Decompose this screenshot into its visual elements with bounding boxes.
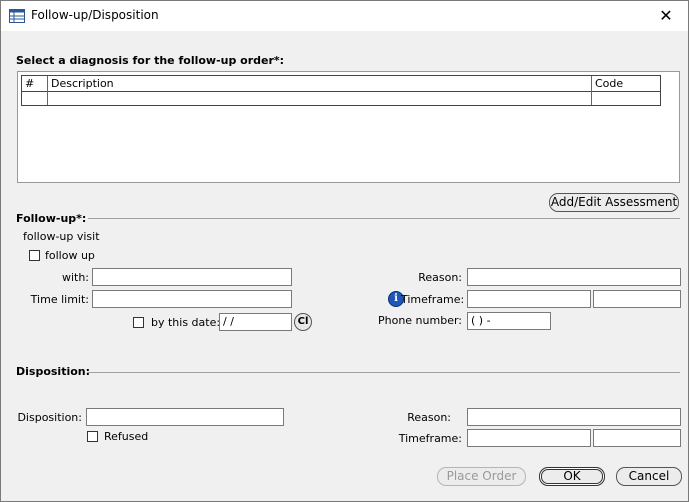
with-label: with: <box>61 271 89 284</box>
followup-timeframe-amount-input[interactable] <box>467 290 591 308</box>
disposition-timeframe-amount-input[interactable] <box>467 429 591 447</box>
with-input[interactable] <box>92 268 292 286</box>
window-title: Follow-up/Disposition <box>31 8 159 22</box>
disposition-section-label: Disposition: <box>16 365 91 378</box>
disposition-field-label: Disposition: <box>17 411 82 424</box>
add-edit-assessment-button[interactable]: Add/Edit Assessment <box>549 193 679 212</box>
diagnosis-grid[interactable]: # Description Code <box>17 71 680 183</box>
dialog-window: Follow-up/Disposition ✕ Select a diagnos… <box>0 0 689 502</box>
followup-visit-label: follow-up visit <box>23 230 100 243</box>
phone-number-input[interactable]: ( ) - <box>467 312 551 330</box>
disposition-timeframe-unit-input[interactable] <box>593 429 681 447</box>
close-icon: ✕ <box>659 6 673 25</box>
refused-label[interactable]: Refused <box>104 430 148 443</box>
column-header-number[interactable]: # <box>25 77 34 90</box>
column-header-code[interactable]: Code <box>595 77 623 90</box>
phone-number-label: Phone number: <box>377 314 462 327</box>
time-limit-label: Time limit: <box>30 293 89 306</box>
followup-section-label: Follow-up*: <box>16 212 87 225</box>
followup-timeframe-unit-input[interactable] <box>593 290 681 308</box>
by-this-date-checkbox[interactable] <box>133 317 144 328</box>
diagnosis-table: # Description Code <box>21 75 661 106</box>
disposition-reason-input[interactable] <box>467 408 681 426</box>
followup-divider <box>88 218 680 219</box>
by-this-date-label[interactable]: by this date: <box>151 316 220 329</box>
disposition-divider <box>87 372 680 373</box>
cancel-button[interactable]: Cancel <box>616 467 682 486</box>
place-order-button[interactable]: Place Order <box>437 467 526 486</box>
column-header-description[interactable]: Description <box>51 77 114 90</box>
follow-up-checkbox[interactable] <box>29 250 40 261</box>
date-input[interactable]: / / <box>219 313 292 331</box>
followup-reason-label: Reason: <box>418 271 462 284</box>
calendar-icon: Cl <box>297 316 309 327</box>
disposition-reason-label: Reason: <box>407 411 451 424</box>
table-window-icon <box>9 9 25 23</box>
refused-checkbox[interactable] <box>87 431 98 442</box>
disposition-input[interactable] <box>86 408 284 426</box>
followup-reason-input[interactable] <box>467 268 681 286</box>
followup-timeframe-label: Timeframe: <box>401 293 465 306</box>
calendar-button[interactable]: Cl <box>294 313 312 331</box>
diagnosis-label: Select a diagnosis for the follow-up ord… <box>16 54 285 67</box>
disposition-timeframe-label: Timeframe: <box>398 432 462 445</box>
follow-up-checkbox-label[interactable]: follow up <box>45 249 95 262</box>
close-button[interactable]: ✕ <box>644 1 688 31</box>
info-glyph: i <box>394 293 398 304</box>
time-limit-input[interactable] <box>92 290 292 308</box>
column-description <box>48 76 592 105</box>
title-bar: Follow-up/Disposition ✕ <box>1 1 688 31</box>
ok-button[interactable]: OK <box>539 467 605 486</box>
